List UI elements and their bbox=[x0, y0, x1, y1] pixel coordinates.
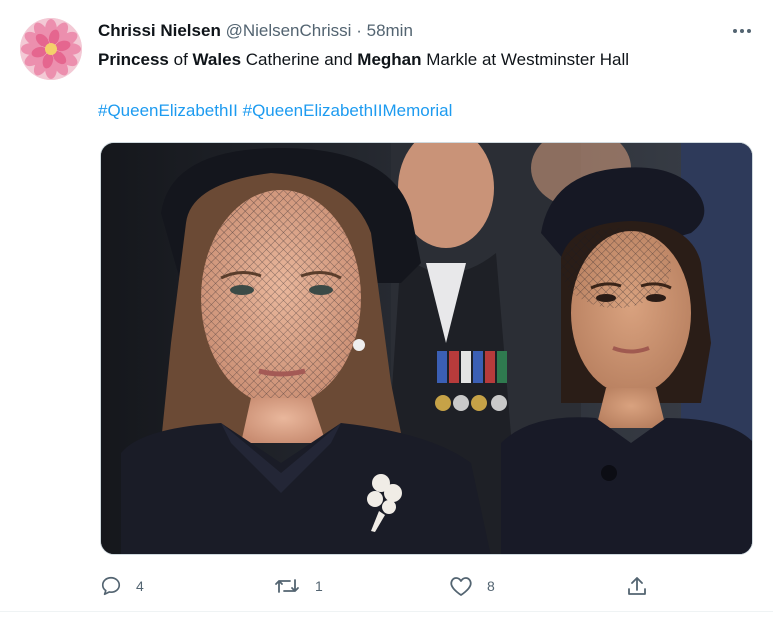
more-options-icon[interactable] bbox=[727, 20, 757, 42]
text-span: Catherine and bbox=[241, 50, 358, 69]
author-handle[interactable]: @NielsenChrissi bbox=[226, 21, 352, 40]
like-button[interactable]: 8 bbox=[449, 572, 495, 600]
text-bold-wales: Wales bbox=[192, 50, 242, 69]
avatar[interactable] bbox=[20, 18, 82, 80]
hashtag-link[interactable]: #QueenElizabethIIMemorial bbox=[243, 101, 453, 120]
hashtags: #QueenElizabethII #QueenElizabethIIMemor… bbox=[98, 99, 452, 123]
share-icon bbox=[626, 575, 648, 597]
divider bbox=[0, 611, 773, 612]
retweet-count: 1 bbox=[315, 578, 323, 594]
author-name[interactable]: Chrissi Nielsen bbox=[98, 21, 221, 40]
tweet-actions: 4 1 8 bbox=[0, 568, 773, 604]
retweet-button[interactable]: 1 bbox=[273, 572, 323, 600]
tweet-text: Princess of Wales Catherine and Meghan M… bbox=[98, 48, 629, 72]
tweet-card[interactable]: Chrissi Nielsen @NielsenChrissi · 58min … bbox=[0, 0, 773, 620]
tweet-photo[interactable] bbox=[100, 142, 753, 555]
like-count: 8 bbox=[487, 578, 495, 594]
retweet-icon bbox=[273, 575, 301, 597]
share-button[interactable] bbox=[626, 572, 648, 600]
text-bold-princess: Princess bbox=[98, 50, 169, 69]
tweet-header: Chrissi Nielsen @NielsenChrissi · 58min bbox=[98, 20, 413, 42]
reply-icon bbox=[100, 575, 122, 597]
separator-dot: · bbox=[356, 21, 362, 40]
text-span: of bbox=[168, 50, 193, 69]
timestamp[interactable]: 58min bbox=[367, 21, 413, 40]
heart-icon bbox=[449, 575, 473, 597]
hashtag-link[interactable]: #QueenElizabethII bbox=[98, 101, 238, 120]
reply-count: 4 bbox=[136, 578, 144, 594]
text-span: Markle at Westminster Hall bbox=[421, 50, 630, 69]
reply-button[interactable]: 4 bbox=[100, 572, 144, 600]
text-bold-meghan: Meghan bbox=[357, 50, 422, 69]
